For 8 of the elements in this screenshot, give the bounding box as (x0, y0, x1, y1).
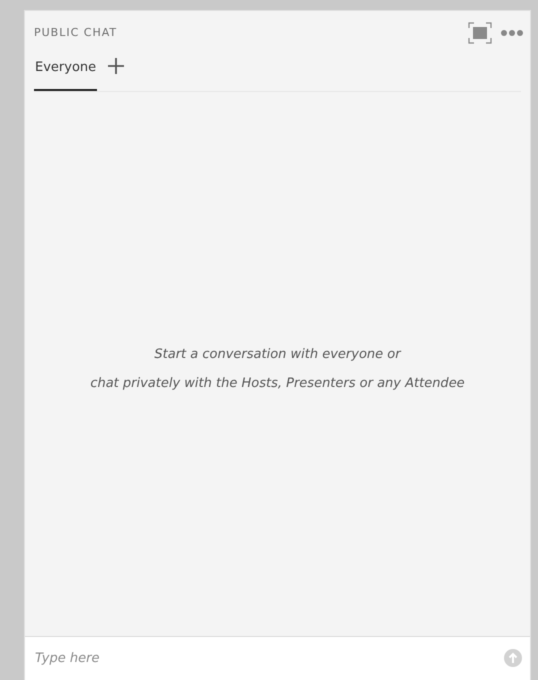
message-input[interactable]: Type here (25, 636, 530, 680)
chat-tab[interactable]: Everyone (34, 58, 98, 91)
empty-chat-message: Start a conversation with everyone or (154, 346, 401, 364)
fullscreen-icon[interactable] (468, 22, 492, 44)
add-tab-icon[interactable] (107, 57, 126, 75)
empty-chat-message: chat privately with the Hosts, Presenters or any Attendee (90, 375, 465, 393)
more-options-icon[interactable] (500, 29, 524, 37)
panel-title: PUBLIC CHAT (34, 24, 118, 41)
